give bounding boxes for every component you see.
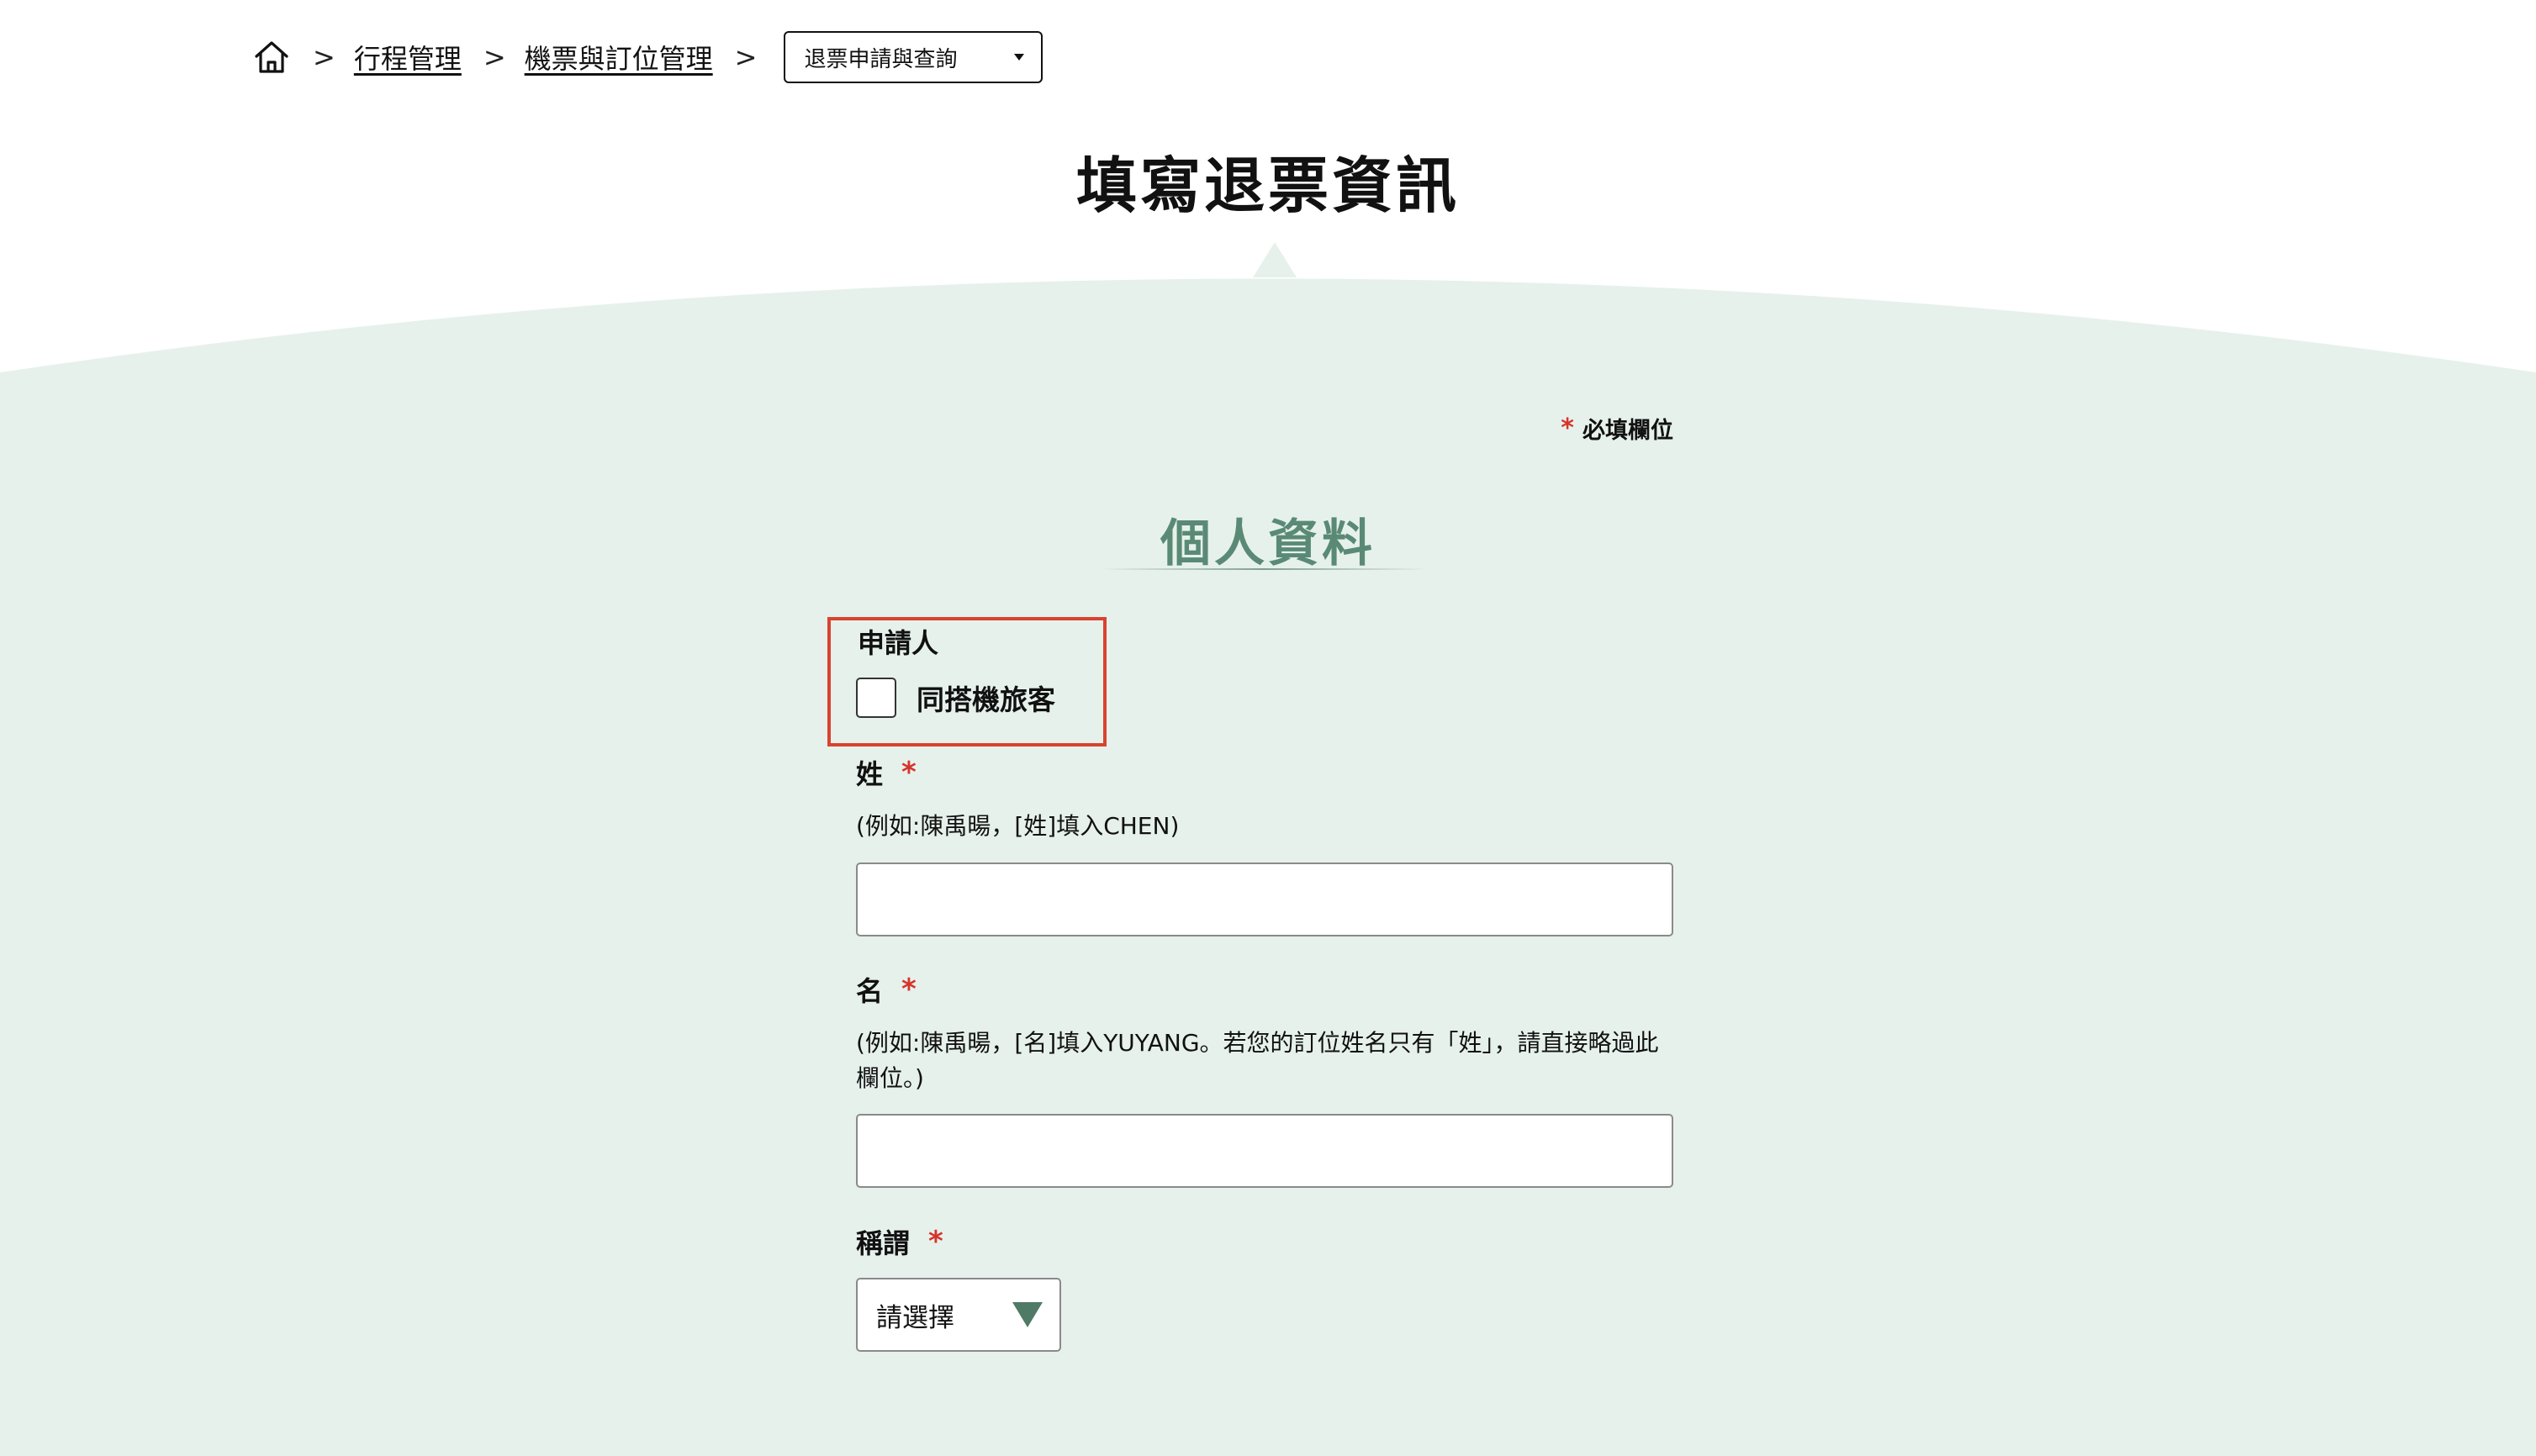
breadcrumb-separator: > <box>483 41 506 73</box>
given-name-input[interactable] <box>856 1114 1673 1188</box>
required-star: * <box>901 973 917 1006</box>
breadcrumb-select-value: 退票申請與查詢 <box>804 46 958 72</box>
breadcrumb: > 行程管理 > 機票與訂位管理 > 退票申請與查詢 <box>252 30 1043 84</box>
required-star: * <box>1561 414 1574 443</box>
same-passenger-option[interactable]: 同搭機旅客 <box>856 678 1055 718</box>
breadcrumb-page-select[interactable]: 退票申請與查詢 <box>784 31 1043 83</box>
page-title: 填寫退票資訊 <box>1075 150 1460 221</box>
same-passenger-checkbox[interactable] <box>856 678 896 718</box>
surname-label-text: 姓 <box>856 758 884 790</box>
breadcrumb-separator: > <box>734 41 758 73</box>
breadcrumb-link-itinerary[interactable]: 行程管理 <box>354 38 462 76</box>
title-select[interactable]: 請選擇 <box>856 1278 1061 1352</box>
applicant-label: 申請人 <box>858 627 939 659</box>
section-divider <box>1100 568 1428 570</box>
breadcrumb-separator: > <box>313 41 335 73</box>
page: > 行程管理 > 機票與訂位管理 > 退票申請與查詢 填寫退票資訊 * 必填欄位… <box>0 0 2536 1456</box>
title-label: 稱謂 * <box>856 1222 943 1261</box>
given-name-label: 名 * <box>856 970 917 1009</box>
required-star: * <box>901 756 917 789</box>
required-star: * <box>928 1225 943 1258</box>
same-passenger-label: 同搭機旅客 <box>917 683 1055 716</box>
form-background <box>0 242 2536 1456</box>
home-icon[interactable] <box>252 38 291 76</box>
caret-down-icon <box>1014 54 1025 61</box>
required-note-label: 必填欄位 <box>1582 418 1673 444</box>
given-name-label-text: 名 <box>856 975 884 1007</box>
surname-input[interactable] <box>856 863 1673 936</box>
surname-label: 姓 * <box>856 753 917 792</box>
caret-down-icon <box>1012 1302 1043 1327</box>
title-label-text: 稱謂 <box>856 1227 911 1259</box>
breadcrumb-link-tickets[interactable]: 機票與訂位管理 <box>525 38 713 76</box>
required-field-note: * 必填欄位 <box>1561 412 1673 445</box>
title-select-value: 請選擇 <box>876 1302 954 1333</box>
given-name-hint: (例如:陳禹暘，[名]填入YUYANG。若您的訂位姓名只有「姓」，請直接略過此欄… <box>856 1029 1659 1092</box>
section-title-personal-info: 個人資料 <box>1160 514 1376 573</box>
surname-hint: (例如:陳禹暘，[姓]填入CHEN) <box>856 812 1180 840</box>
